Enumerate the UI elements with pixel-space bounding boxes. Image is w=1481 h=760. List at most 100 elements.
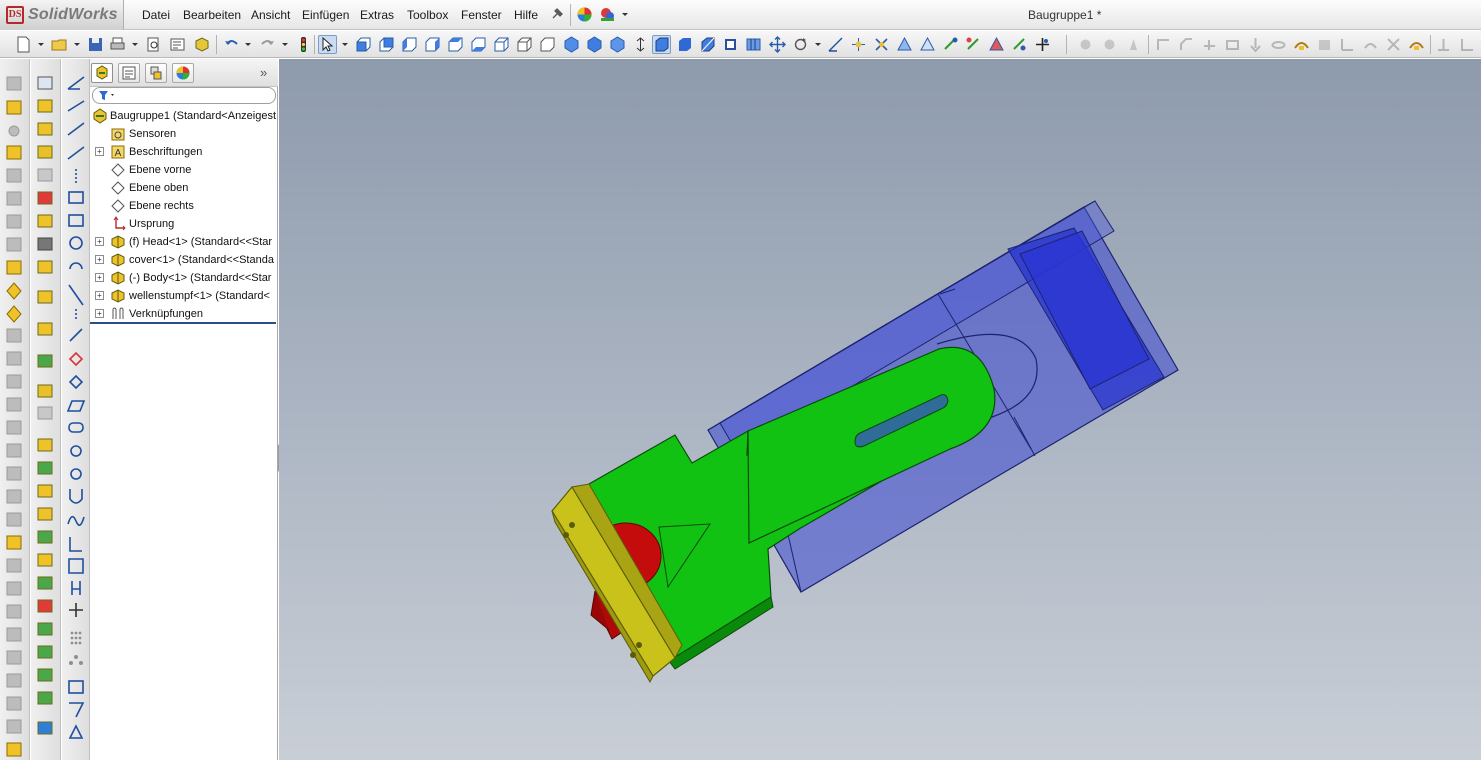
print-icon[interactable] <box>108 35 127 54</box>
assembly-3d-model[interactable] <box>279 59 1481 760</box>
interference-detection-icon[interactable] <box>987 35 1006 54</box>
expand-plus-icon[interactable]: + <box>95 147 104 156</box>
view-left-icon[interactable] <box>400 35 419 54</box>
redo-icon[interactable] <box>258 35 277 54</box>
column-1-icons[interactable] <box>0 59 30 760</box>
simulation-icon[interactable] <box>1407 35 1426 54</box>
menu-toolbox[interactable]: Toolbox <box>407 8 448 22</box>
assembly-icon <box>92 108 108 124</box>
assembly-features-icon[interactable] <box>1010 35 1029 54</box>
new-dropdown-icon[interactable] <box>38 43 44 46</box>
move-component-icon[interactable] <box>895 35 914 54</box>
hidden-lines-icon[interactable] <box>721 35 740 54</box>
menu-bearbeiten[interactable]: Bearbeiten <box>183 8 241 22</box>
view-front-icon[interactable] <box>354 35 373 54</box>
view-bottom-icon[interactable] <box>469 35 488 54</box>
view-single-icon[interactable] <box>585 35 604 54</box>
menu-hilfe[interactable]: Hilfe <box>514 8 538 22</box>
menu-ansicht[interactable]: Ansicht <box>251 8 290 22</box>
appearance-ball-icon[interactable] <box>575 5 594 24</box>
tree-node-assembly-root[interactable]: Baugruppe1 (Standard<Anzeigest <box>90 107 278 125</box>
view-right-icon[interactable] <box>423 35 442 54</box>
view-normal-to-icon[interactable] <box>562 35 581 54</box>
view-isometric-icon[interactable] <box>492 35 511 54</box>
feature-manager-tab[interactable] <box>91 63 113 83</box>
section-view-icon[interactable] <box>698 35 717 54</box>
filter-funnel-icon[interactable] <box>99 90 117 104</box>
configuration-manager-icon <box>150 66 162 80</box>
menu-einfuegen[interactable]: Einfügen <box>302 8 349 22</box>
rib-disabled-icon <box>1200 35 1219 54</box>
redo-dropdown-icon[interactable] <box>282 43 288 46</box>
view-top-icon[interactable] <box>446 35 465 54</box>
tree-node-head[interactable]: + (f) Head<1> (Standard<<Star <box>90 233 278 251</box>
sketch-tools-icons[interactable] <box>62 59 90 760</box>
tree-node-ebene-rechts[interactable]: Ebene rechts <box>90 197 278 215</box>
undo-icon[interactable] <box>222 35 241 54</box>
view-two-icon[interactable] <box>608 35 627 54</box>
normal-to-arrow-icon[interactable] <box>631 35 650 54</box>
pin-menu-icon[interactable] <box>549 6 565 22</box>
menu-fenster[interactable]: Fenster <box>461 8 502 22</box>
make-drawing-icon[interactable] <box>192 35 211 54</box>
scene-icon[interactable] <box>598 5 617 24</box>
expand-plus-icon[interactable]: + <box>95 237 104 246</box>
column-2-icons[interactable] <box>31 59 61 760</box>
graphics-viewport[interactable] <box>279 59 1481 760</box>
save-icon[interactable] <box>86 35 105 54</box>
shaded-edges-icon[interactable] <box>652 35 671 54</box>
tree-node-verknuepfungen[interactable]: + Verknüpfungen <box>90 305 278 323</box>
mate-icon[interactable] <box>872 35 891 54</box>
open-folder-icon[interactable] <box>50 35 69 54</box>
select-arrow-icon[interactable] <box>318 35 337 54</box>
property-manager-tab[interactable] <box>118 63 140 83</box>
solidworks-logo[interactable]: DS SolidWorks <box>0 0 124 30</box>
rebuild-icon[interactable] <box>294 35 313 54</box>
display-style-icon[interactable] <box>744 35 763 54</box>
smart-fasteners-icon[interactable] <box>941 35 960 54</box>
reference-geometry-icon[interactable] <box>1033 35 1052 54</box>
configuration-manager-tab[interactable] <box>145 63 167 83</box>
toolbar-separator <box>1148 35 1149 54</box>
menu-datei[interactable]: Datei <box>142 8 170 22</box>
tree-node-ebene-oben[interactable]: Ebene oben <box>90 179 278 197</box>
wrap-icon[interactable] <box>1292 35 1311 54</box>
select-dropdown-icon[interactable] <box>342 43 348 46</box>
exploded-view-icon[interactable] <box>964 35 983 54</box>
expand-panel-chevron-icon[interactable]: » <box>260 65 267 80</box>
new-document-icon[interactable] <box>14 35 33 54</box>
tree-node-wellenstumpf[interactable]: + wellenstumpf<1> (Standard< <box>90 287 278 305</box>
open-dropdown-icon[interactable] <box>74 43 80 46</box>
tree-node-ebene-vorne[interactable]: Ebene vorne <box>90 161 278 179</box>
undo-dropdown-icon[interactable] <box>245 43 251 46</box>
smart-dimension-icon[interactable] <box>849 35 868 54</box>
menu-extras[interactable]: Extras <box>360 8 394 22</box>
tree-node-cover[interactable]: + cover<1> (Standard<<Standa <box>90 251 278 269</box>
display-manager-tab[interactable] <box>172 63 194 83</box>
view-back-icon[interactable] <box>377 35 396 54</box>
rotate-dropdown-icon[interactable] <box>815 43 821 46</box>
sketch-icon[interactable] <box>826 35 845 54</box>
expand-plus-icon[interactable]: + <box>95 291 104 300</box>
chamfer-disabled-icon <box>1177 35 1196 54</box>
print-preview-icon[interactable] <box>144 35 163 54</box>
view-trimetric-icon[interactable] <box>515 35 534 54</box>
toolbar-separator <box>1066 35 1067 54</box>
extrude-disabled-icon <box>1076 35 1095 54</box>
tree-node-sensoren[interactable]: Sensoren <box>90 125 278 143</box>
shaded-icon[interactable] <box>675 35 694 54</box>
tree-filter-field[interactable] <box>92 87 276 104</box>
scene-dropdown-icon[interactable] <box>622 13 628 16</box>
rotate-icon[interactable] <box>791 35 810 54</box>
expand-plus-icon[interactable]: + <box>95 273 104 282</box>
tree-node-body[interactable]: + (-) Body<1> (Standard<<Star <box>90 269 278 287</box>
print-dropdown-icon[interactable] <box>132 43 138 46</box>
properties-icon[interactable] <box>168 35 187 54</box>
tree-node-beschriftungen[interactable]: + A Beschriftungen <box>90 143 278 161</box>
expand-plus-icon[interactable]: + <box>95 255 104 264</box>
view-dimetric-icon[interactable] <box>538 35 557 54</box>
pan-icon[interactable] <box>768 35 787 54</box>
rotate-component-icon[interactable] <box>918 35 937 54</box>
expand-plus-icon[interactable]: + <box>95 309 104 318</box>
tree-node-ursprung[interactable]: Ursprung <box>90 215 278 233</box>
